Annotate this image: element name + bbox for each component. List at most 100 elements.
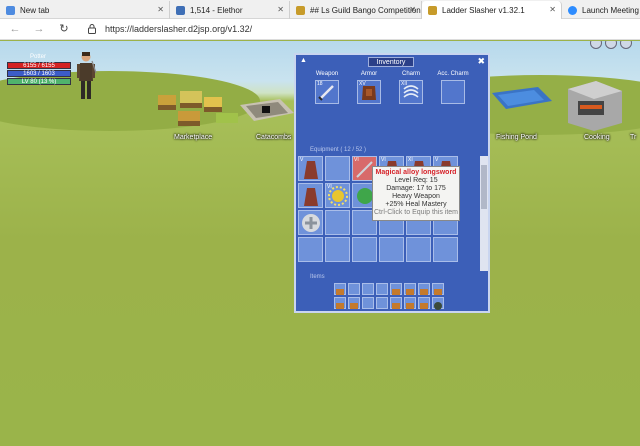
tooltip-type: Heavy Weapon [392, 193, 440, 200]
item-slot[interactable] [432, 283, 444, 295]
item-slot[interactable] [376, 283, 388, 295]
item-slot[interactable] [432, 297, 444, 310]
weapon-slot-label: Weapon [315, 71, 339, 77]
chest-icon [350, 303, 358, 309]
chest-icon [406, 303, 414, 309]
inventory-title: Inventory [368, 57, 414, 67]
grid-cell[interactable] [298, 237, 323, 262]
back-icon[interactable]: ← [8, 22, 22, 36]
settings-icon[interactable] [590, 41, 602, 49]
chest-icon [406, 289, 414, 295]
forward-icon[interactable]: → [32, 22, 46, 36]
chest-icon [392, 289, 400, 295]
item-slot[interactable] [334, 283, 346, 295]
catacombs-building[interactable] [236, 95, 296, 125]
grid-cell[interactable] [298, 210, 323, 235]
player-name: Potter [30, 54, 47, 60]
grid-cell[interactable] [406, 237, 431, 262]
tab-favicon-icon [568, 5, 577, 15]
tab-label: 1,514 - Elethor [190, 5, 243, 15]
tab-favicon-icon [296, 5, 305, 15]
weapon-slot[interactable]: 18 [315, 80, 339, 104]
hp-bar: 6155 / 6155 [7, 62, 71, 69]
acc-charm-slot[interactable] [441, 80, 465, 104]
tab-elethor[interactable]: 1,514 - Elethor ✕ [170, 1, 290, 19]
grid-cell[interactable] [325, 237, 350, 262]
item-slot[interactable] [362, 283, 374, 295]
items-label: Items [310, 274, 325, 280]
grid-cell[interactable] [298, 183, 323, 208]
item-slot[interactable] [334, 297, 346, 309]
tooltip-bonus: +25% Heal Mastery [385, 201, 447, 208]
item-slot[interactable] [348, 283, 360, 295]
item-slot[interactable] [418, 283, 430, 295]
item-slot[interactable] [376, 297, 388, 309]
item-slot[interactable] [390, 297, 402, 309]
tab-label: Launch Meeting - Zo [582, 5, 640, 15]
grid-cell[interactable] [352, 237, 377, 262]
equipment-label: Equipment ( 12 / 52 ) [310, 147, 367, 153]
fishing-pond-label[interactable]: Fishing Pond [496, 134, 537, 141]
mp-bar: 1603 / 1603 [7, 70, 71, 77]
cell-level: VI [381, 157, 386, 163]
tr-label[interactable]: Tr [630, 134, 636, 141]
tab-ladder-slasher[interactable]: Ladder Slasher v1.32.1 ✕ [422, 1, 562, 19]
grid-cell[interactable] [325, 210, 350, 235]
grid-cell[interactable] [379, 237, 404, 262]
close-icon[interactable]: ✕ [409, 5, 416, 14]
grid-cell[interactable]: VI [325, 183, 350, 208]
charm-slot[interactable]: XII [399, 80, 423, 104]
cell-level: XI [408, 157, 413, 163]
chest-icon [434, 289, 442, 295]
item-slot[interactable] [390, 283, 402, 295]
chest-icon [420, 303, 428, 309]
marketplace-label[interactable]: Marketplace [174, 134, 212, 141]
collapse-icon[interactable]: ▲ [300, 57, 307, 64]
item-tooltip: Magical alloy longsword Level Req: 15 Da… [372, 166, 460, 221]
scroll-thumb[interactable] [481, 165, 487, 209]
chest-icon [336, 289, 344, 295]
close-icon[interactable]: ✕ [549, 5, 556, 14]
tooltip-damage: Damage: 17 to 175 [386, 185, 446, 192]
items-header: Items [296, 273, 488, 281]
equipment-scrollbar[interactable] [480, 156, 488, 271]
cooking-label[interactable]: Cooking [584, 134, 610, 141]
robe-icon [304, 188, 318, 206]
lock-icon[interactable] [88, 24, 96, 34]
item-slot[interactable] [404, 297, 416, 309]
tab-launch-meeting[interactable]: Launch Meeting - Zo [562, 1, 640, 19]
armor-slot[interactable]: XV [357, 80, 381, 104]
cell-level: VI [354, 157, 359, 163]
catacombs-label[interactable]: Catacombs [256, 134, 291, 141]
marketplace-building[interactable] [154, 85, 246, 133]
tab-favicon-icon [6, 5, 15, 15]
tab-new-tab[interactable]: New tab ✕ [0, 1, 170, 19]
slot-level: XV [359, 81, 366, 87]
equipment-header: Equipment ( 12 / 52 ) [296, 146, 488, 154]
cell-level: V [435, 157, 439, 163]
grid-cell[interactable] [325, 156, 350, 181]
close-icon[interactable]: ✖ [477, 56, 485, 67]
close-icon[interactable]: ✕ [277, 5, 284, 14]
item-slot[interactable] [348, 297, 360, 309]
reload-icon[interactable]: ↻ [57, 22, 71, 36]
grid-cell[interactable] [433, 237, 458, 262]
close-icon[interactable]: ✕ [157, 5, 164, 14]
item-slot[interactable] [404, 283, 416, 295]
player-character[interactable] [74, 51, 98, 103]
cooking-building[interactable] [560, 77, 626, 135]
item-slot[interactable] [418, 297, 430, 309]
cross-charm-icon [302, 214, 320, 232]
tab-favicon-icon [176, 5, 185, 15]
menu-icon[interactable] [620, 41, 632, 49]
fishing-pond[interactable] [486, 83, 558, 113]
xp-bar: LV 80 (13 %) [7, 78, 71, 85]
corner-toolbar [590, 41, 632, 49]
chest-icon [336, 303, 344, 309]
cell-level: VI [327, 184, 332, 190]
grid-cell[interactable]: V [298, 156, 323, 181]
tab-guild-bango[interactable]: ## Ls Guild Bango Competition ✕ [290, 1, 422, 19]
sound-icon[interactable] [605, 41, 617, 49]
address-bar[interactable]: https://ladderslasher.d2jsp.org/v1.32/ [105, 24, 252, 34]
item-slot[interactable] [362, 297, 374, 309]
